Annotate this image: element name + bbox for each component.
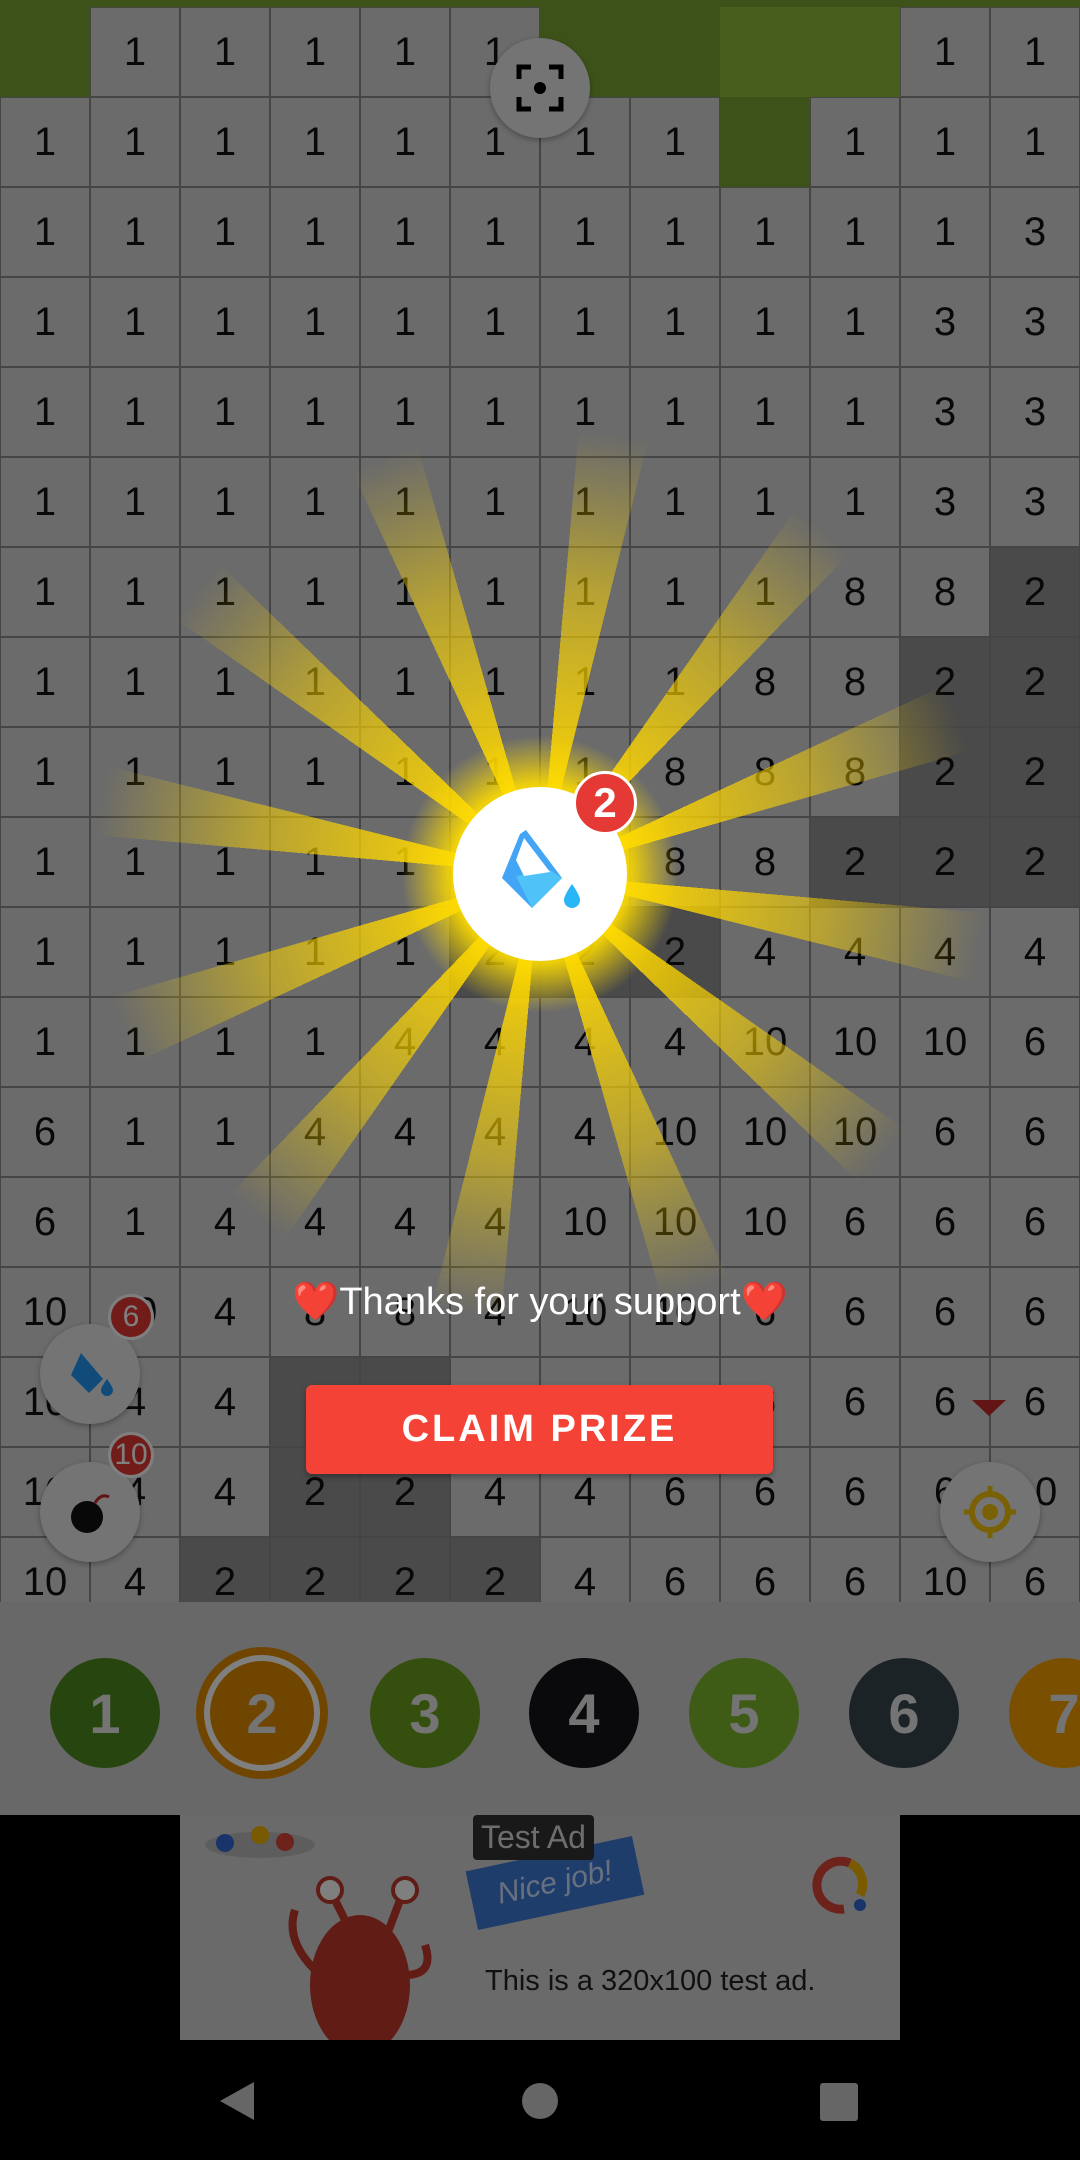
prize-reward-icon: 2 [453, 771, 637, 961]
paint-bucket-icon [502, 830, 580, 908]
claim-prize-button[interactable]: CLAIM PRIZE [306, 1385, 773, 1474]
prize-count-badge: 2 [573, 771, 637, 835]
thanks-message: ❤️Thanks for your support❤️ [292, 1281, 788, 1323]
